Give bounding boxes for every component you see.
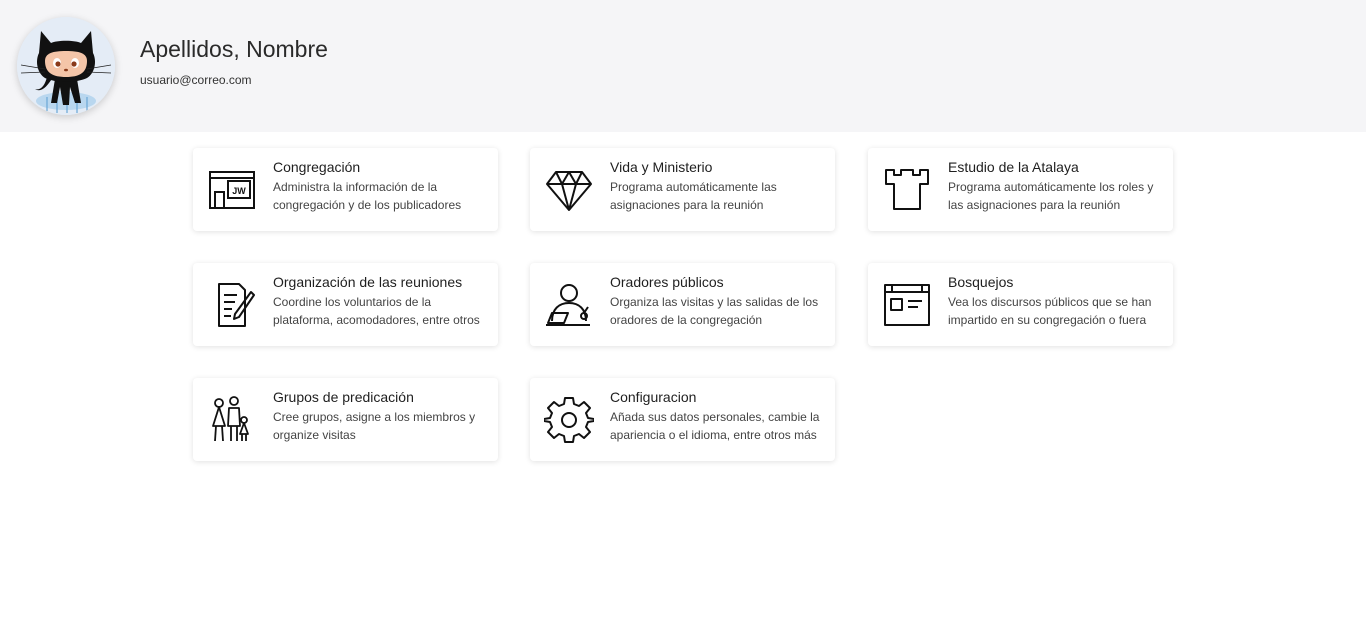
card-oradores-publicos[interactable]: Oradores públicos Organiza las visitas y… xyxy=(530,263,835,346)
card-description: Coordine los voluntarios de la plataform… xyxy=(273,295,480,327)
card-title: Estudio de la Atalaya xyxy=(948,159,1079,175)
card-configuracion[interactable]: Configuracion Añada sus datos personales… xyxy=(530,378,835,461)
card-description: Programa automáticamente los roles y las… xyxy=(948,180,1154,212)
family-group-icon xyxy=(207,396,257,444)
card-organizacion-reuniones[interactable]: Organización de las reuniones Coordine l… xyxy=(193,263,498,346)
newspaper-icon xyxy=(882,281,932,329)
profile-header: Apellidos, Nombre usuario@correo.com xyxy=(0,0,1366,132)
card-title: Congregación xyxy=(273,159,361,175)
octocat-avatar-icon xyxy=(17,17,115,115)
gear-icon xyxy=(544,396,594,444)
card-description: Programa automáticamente las asignacione… xyxy=(610,180,777,212)
user-email: usuario@correo.com xyxy=(140,73,252,87)
card-description: Cree grupos, asigne a los miembros y org… xyxy=(273,410,476,442)
user-name: Apellidos, Nombre xyxy=(140,36,328,62)
card-description: Vea los discursos públicos que se han im… xyxy=(948,295,1152,327)
card-description: Organiza las visitas y las salidas de lo… xyxy=(610,295,819,327)
card-bosquejos[interactable]: Bosquejos Vea los discursos públicos que… xyxy=(868,263,1173,346)
kingdom-hall-icon-text: JW xyxy=(232,186,246,196)
card-title: Vida y Ministerio xyxy=(610,159,713,175)
card-title: Oradores públicos xyxy=(610,274,724,290)
diamond-icon xyxy=(544,166,594,214)
card-title: Bosquejos xyxy=(948,274,1014,290)
card-vida-ministerio[interactable]: Vida y Ministerio Programa automáticamen… xyxy=(530,148,835,231)
speaker-icon xyxy=(544,281,594,329)
card-description: Administra la información de la congrega… xyxy=(273,180,462,212)
card-description: Añada sus datos personales, cambie la ap… xyxy=(610,410,820,442)
card-title: Configuracion xyxy=(610,389,697,405)
card-congregacion[interactable]: JW Congregación Administra la informació… xyxy=(193,148,498,231)
watchtower-icon xyxy=(882,166,932,214)
kingdom-hall-icon: JW xyxy=(207,166,257,214)
card-grupos-predicacion[interactable]: Grupos de predicación Cree grupos, asign… xyxy=(193,378,498,461)
card-title: Organización de las reuniones xyxy=(273,274,463,290)
avatar[interactable] xyxy=(17,17,115,115)
card-estudio-atalaya[interactable]: Estudio de la Atalaya Programa automátic… xyxy=(868,148,1173,231)
card-title: Grupos de predicación xyxy=(273,389,414,405)
document-edit-icon xyxy=(207,281,257,329)
